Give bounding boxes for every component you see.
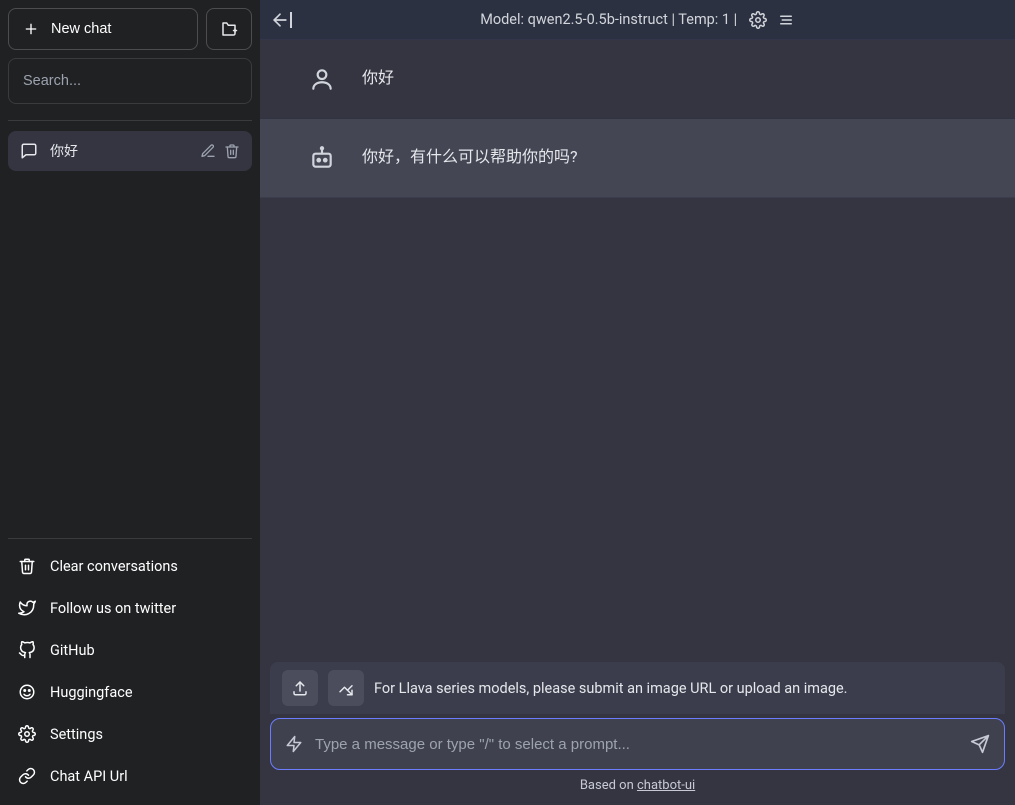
search-wrap [8, 58, 252, 104]
settings-button[interactable]: Settings [8, 713, 252, 755]
plus-icon [23, 21, 39, 37]
upload-image-button[interactable] [282, 670, 318, 706]
github-link[interactable]: GitHub [8, 629, 252, 671]
message-text[interactable]: 你好 [362, 66, 967, 90]
divider [8, 120, 252, 121]
upload-icon [291, 679, 309, 697]
trash-icon[interactable] [224, 143, 240, 159]
huggingface-label: Huggingface [50, 684, 133, 701]
search-input[interactable] [8, 58, 252, 104]
huggingface-icon [18, 683, 36, 701]
message-icon [20, 142, 38, 160]
send-button[interactable] [970, 734, 990, 754]
chat-api-url-button[interactable]: Chat API Url [8, 755, 252, 797]
clear-icon[interactable] [777, 11, 795, 29]
messages: 你好 你好，有什么可以帮助你的吗? [260, 40, 1015, 662]
twitter-link[interactable]: Follow us on twitter [8, 587, 252, 629]
github-icon [18, 641, 36, 659]
image-hint-text: For Llava series models, please submit a… [374, 680, 848, 697]
footer: Based on chatbot-ui [270, 770, 1005, 793]
sidebar: New chat 你好 [0, 0, 260, 805]
bolt-icon[interactable] [285, 735, 303, 753]
sidebar-top-row: New chat [8, 8, 252, 50]
github-label: GitHub [50, 642, 95, 659]
new-chat-button[interactable]: New chat [8, 8, 198, 50]
clear-conversations-button[interactable]: Clear conversations [8, 545, 252, 587]
collapse-sidebar-button[interactable] [270, 10, 294, 30]
prompt-box [270, 718, 1005, 770]
message-text[interactable]: 你好，有什么可以帮助你的吗? [362, 145, 967, 169]
send-icon [970, 734, 990, 754]
sidebar-bottom: Clear conversations Follow us on twitter… [8, 538, 252, 797]
folder-plus-icon [220, 20, 238, 38]
user-avatar-icon [308, 66, 336, 92]
conversation-list: 你好 [8, 131, 252, 171]
image-hint-row: For Llava series models, please submit a… [270, 662, 1005, 714]
message-input[interactable] [315, 736, 960, 753]
edit-icon[interactable] [200, 143, 216, 159]
gear-icon [18, 725, 36, 743]
link-icon [18, 767, 36, 785]
message-row-assistant: 你好，有什么可以帮助你的吗? [260, 119, 1015, 198]
footer-link[interactable]: chatbot-ui [637, 778, 695, 793]
trash-icon [18, 557, 36, 575]
image-url-button[interactable] [328, 670, 364, 706]
conversation-actions [200, 143, 240, 159]
arrow-left-icon [270, 10, 290, 30]
top-bar-actions [749, 11, 795, 29]
new-chat-label: New chat [51, 21, 111, 37]
main: Model: qwen2.5-0.5b-instruct | Temp: 1 |… [260, 0, 1015, 805]
footer-prefix: Based on [580, 778, 637, 793]
conversation-item[interactable]: 你好 [8, 131, 252, 171]
new-folder-button[interactable] [206, 8, 252, 50]
twitter-label: Follow us on twitter [50, 600, 176, 617]
settings-gear-icon[interactable] [749, 11, 767, 29]
input-area: For Llava series models, please submit a… [260, 662, 1015, 805]
chat-api-url-label: Chat API Url [50, 768, 128, 785]
clear-conversations-label: Clear conversations [50, 558, 178, 575]
conversation-title: 你好 [50, 141, 188, 161]
image-link-icon [337, 679, 355, 697]
twitter-icon [18, 599, 36, 617]
robot-avatar-icon [308, 145, 336, 171]
model-info-label: Model: qwen2.5-0.5b-instruct | Temp: 1 | [480, 11, 741, 28]
huggingface-link[interactable]: Huggingface [8, 671, 252, 713]
message-row-user: 你好 [260, 40, 1015, 119]
settings-label: Settings [50, 726, 103, 743]
caret-bar-icon [288, 10, 294, 30]
top-bar: Model: qwen2.5-0.5b-instruct | Temp: 1 | [260, 0, 1015, 40]
